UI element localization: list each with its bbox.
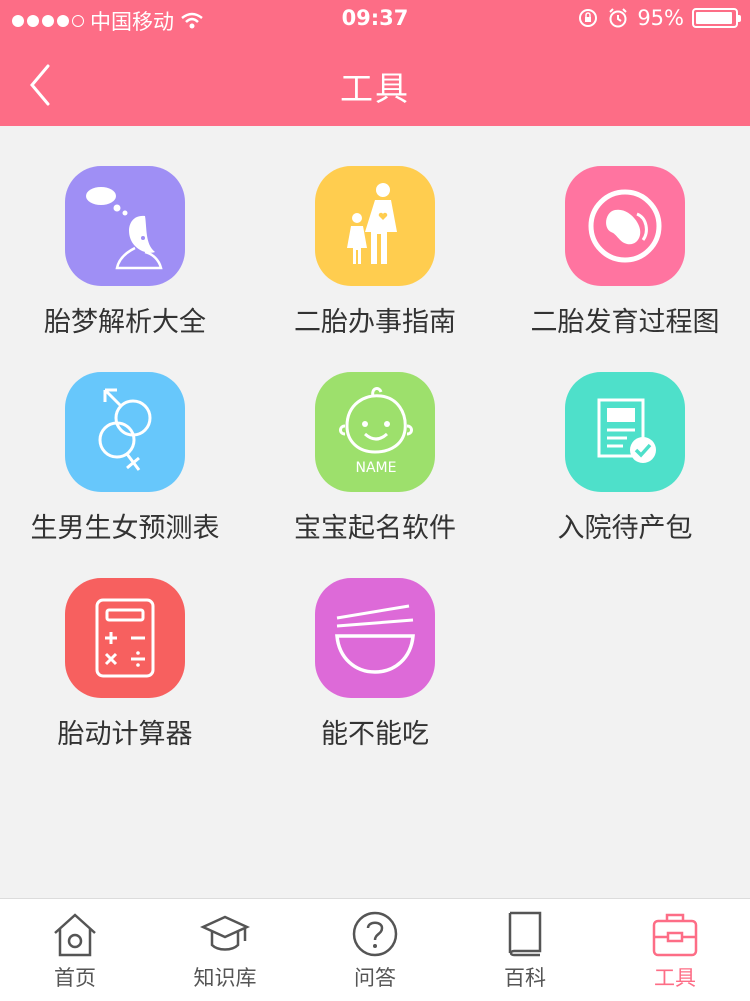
gender-symbols-icon	[98, 388, 152, 471]
tab-label: 问答	[354, 966, 396, 990]
calculator-icon	[95, 598, 155, 678]
checklist-icon	[597, 398, 656, 463]
tool-kick-counter[interactable]: 胎动计算器	[0, 538, 250, 750]
tool-tile	[65, 372, 185, 492]
tab-knowledge[interactable]: 知识库	[150, 899, 300, 1001]
tool-tile	[565, 372, 685, 492]
tool-label: 胎动计算器	[57, 719, 193, 750]
tool-tile	[565, 166, 685, 286]
tool-tile	[315, 166, 435, 286]
tool-hospital-bag[interactable]: 入院待产包	[500, 332, 750, 544]
tab-home[interactable]: 首页	[0, 899, 150, 1001]
status-right-group: 95%	[577, 6, 741, 30]
battery-percent: 95%	[637, 6, 684, 30]
home-icon	[54, 913, 96, 957]
tool-tile	[315, 578, 435, 698]
alarm-icon	[609, 8, 628, 28]
graduation-cap-icon	[200, 915, 250, 951]
tool-gender-prediction[interactable]: 生男生女预测表	[0, 332, 250, 544]
baby-face-icon: NAME	[339, 387, 413, 476]
bottom-tab-bar: 首页 知识库 问答 百科 工具	[0, 898, 750, 1001]
svg-text:NAME: NAME	[356, 460, 397, 476]
page-title: 工具	[340, 69, 410, 108]
battery-icon	[692, 8, 741, 28]
fetus-icon	[588, 189, 662, 263]
tool-tile: NAME	[315, 372, 435, 492]
tab-label: 知识库	[193, 966, 257, 990]
top-bar: 中国移动 09:37 95% 工具	[0, 0, 750, 126]
bowl-chopsticks-icon	[335, 604, 415, 674]
tab-encyclopedia[interactable]: 百科	[450, 899, 600, 1001]
tab-qa[interactable]: 问答	[300, 899, 450, 1001]
dreaming-girl-icon	[86, 187, 163, 270]
tab-label: 工具	[654, 966, 696, 990]
toolbox-icon	[652, 913, 698, 957]
tool-fetal-development[interactable]: 二胎发育过程图	[500, 126, 750, 338]
tool-tile	[65, 166, 185, 286]
rotation-lock-icon	[579, 9, 598, 27]
tab-label: 百科	[504, 966, 546, 990]
question-icon	[352, 911, 398, 957]
tool-dream-analysis[interactable]: 胎梦解析大全	[0, 126, 250, 338]
book-icon	[508, 911, 542, 957]
parent-child-icon	[347, 183, 397, 264]
tool-label: 入院待产包	[557, 513, 693, 544]
tool-can-i-eat[interactable]: 能不能吃	[250, 538, 500, 750]
tool-second-child-guide[interactable]: 二胎办事指南	[250, 126, 500, 338]
status-bar: 中国移动 09:37 95%	[0, 0, 750, 40]
tool-label: 能不能吃	[321, 719, 429, 750]
tool-tile	[65, 578, 185, 698]
tab-tools[interactable]: 工具	[600, 899, 750, 1001]
tab-label: 首页	[54, 966, 96, 990]
tool-baby-naming[interactable]: NAME 宝宝起名软件	[250, 332, 500, 544]
